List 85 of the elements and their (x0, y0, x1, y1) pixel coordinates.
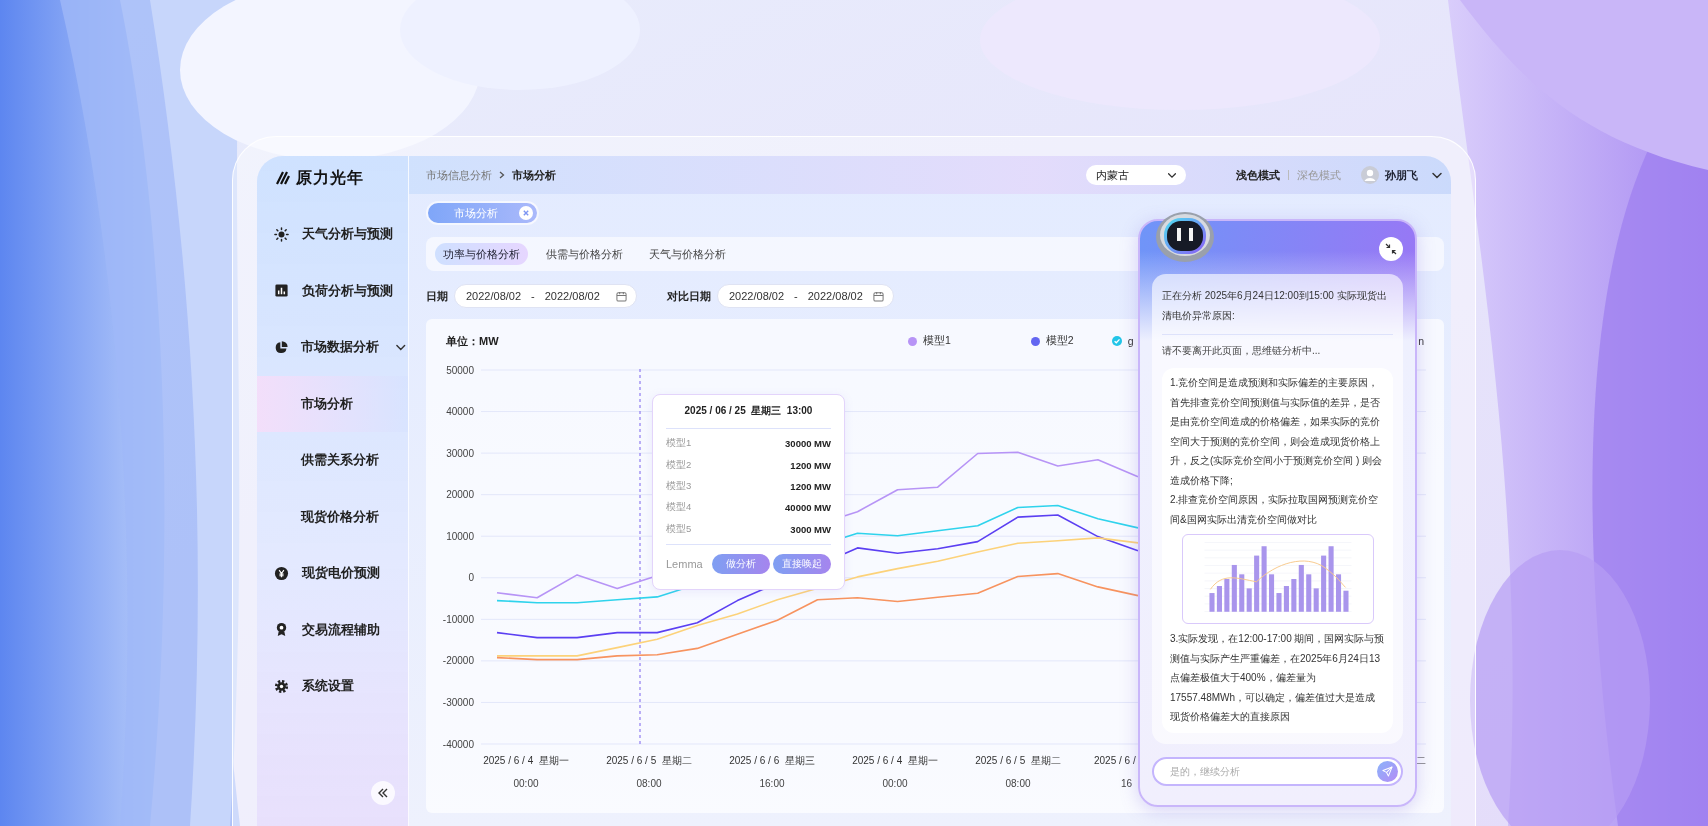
answer-paragraph: 2.排查竞价空间原因，实际拉取国网预测竞价空间&国网实际出清竞价空间做对比 (1170, 493, 1380, 527)
brand-label: Lemma (666, 557, 703, 570)
collapse-icon (1385, 243, 1397, 255)
coin-icon (274, 565, 289, 581)
axis-label: -20000 (442, 655, 474, 667)
collapse-button[interactable] (371, 781, 395, 805)
axis-label: 00:00 (882, 778, 908, 789)
axis-label: 08:00 (1005, 778, 1031, 789)
breadcrumb-link[interactable]: 市场信息分析 (426, 167, 492, 183)
date-range-field[interactable]: 2022/08/02 - 2022/08/02 (717, 284, 894, 308)
nav-item[interactable]: 市场数据分析 (257, 319, 408, 376)
send-icon (1382, 766, 1393, 777)
series-value: 1200 MW (790, 459, 831, 471)
field-label: 日期 (426, 288, 448, 304)
legend-label: n (1418, 335, 1424, 347)
collapse-button[interactable] (1379, 237, 1403, 261)
award-icon (274, 622, 289, 638)
axis-label: 2025 / 6 / 6 星期三 (729, 755, 815, 766)
answer-paragraph: 1.竞价空间是造成预测和实际偏差的主要原因，首先排查竞价空间预测值与实际值的差异，是否是由竞价空间造成的价格偏差，如果实际的竞价空间大于预测的竞价空间，则会造成现货价格上升，反之(实际竞价空间小于预测竞价空间 ) 则会造成价格下降; (1170, 376, 1384, 488)
field-label: 对比日期 (667, 288, 711, 304)
user-name[interactable]: 孙朋飞 (1385, 167, 1418, 183)
message-field[interactable]: 是的，继续分析 (1152, 757, 1403, 786)
axis-label: 2025 / 6 / 5 星期二 (606, 755, 692, 766)
legend-label[interactable]: g (1127, 335, 1134, 347)
tab[interactable]: 功率与价格分析 (435, 243, 528, 265)
unit-label: 单位：MW (446, 333, 500, 349)
nav-subitem[interactable]: 市场分析 (257, 375, 408, 432)
axis-label: 16:00 (759, 778, 785, 789)
tooltip-title: 2025 / 06 / 25 星期三 13:00 (666, 395, 831, 429)
series-name: 模型4 (666, 501, 692, 515)
nav-subitem[interactable]: 供需关系分析 (257, 432, 408, 489)
axis-label: 10000 (446, 530, 474, 542)
legend-label[interactable]: 模型1 (923, 334, 951, 348)
calendar-icon (616, 290, 627, 302)
nav-item[interactable]: 交易流程辅助 (257, 601, 408, 658)
close-icon (519, 206, 533, 220)
notice-text: 请不要离开此页面，思维链分析中... (1162, 344, 1322, 358)
tab[interactable]: 天气与价格分析 (641, 243, 734, 265)
robot-icon (1154, 209, 1216, 263)
series-name: 模型1 (666, 437, 692, 451)
double-chevron-left-icon (377, 787, 389, 799)
series-name: 模型5 (666, 522, 692, 536)
series-value: 40000 MW (785, 502, 831, 514)
pie-chart-icon (274, 339, 289, 355)
sun-icon (274, 226, 289, 242)
series-value: 1200 MW (790, 480, 831, 492)
axis-label: -40000 (442, 738, 474, 750)
status-text: 正在分析 2025年6月24日12:00到15:00 实际现货出清电价异常原因: (1162, 286, 1393, 335)
axis-label: 40000 (446, 406, 474, 418)
avatar-icon (1361, 166, 1379, 184)
series-name: 模型2 (666, 458, 692, 472)
axis-label: -10000 (442, 613, 474, 625)
axis-label: 2025 / 6 / (1094, 755, 1136, 766)
axis-label: 00:00 (513, 778, 539, 789)
axis-label: 50000 (446, 364, 474, 376)
axis-label: 08:00 (636, 778, 662, 789)
theme-toggle[interactable]: 浅色模式 (1236, 167, 1280, 183)
tab[interactable]: 供需与价格分析 (538, 243, 631, 265)
axis-label: 2025 / 6 / 4 星期一 (852, 755, 938, 766)
calendar-icon (873, 290, 884, 302)
date-range-field[interactable]: 2022/08/02 - 2022/08/02 (454, 284, 637, 308)
nav-item[interactable]: 现货电价预测 (257, 545, 408, 602)
settings-icon (274, 678, 289, 694)
axis-label: 2025 / 6 / 4 星期一 (483, 755, 569, 766)
axis-label: 16 (1121, 778, 1133, 789)
series-value: 30000 MW (785, 438, 831, 450)
axis-label: 20000 (446, 489, 474, 501)
chevron-right-icon (497, 170, 507, 180)
bar-chart-icon (274, 283, 289, 299)
nav-subitem[interactable]: 现货价格分析 (257, 488, 408, 545)
series-value: 3000 MW (790, 523, 831, 535)
axis-label: 30000 (446, 447, 474, 459)
nav-item[interactable]: 负荷分析与预测 (257, 262, 408, 319)
nav-item[interactable]: 系统设置 (257, 658, 408, 715)
region-dropdown[interactable]: 内蒙古 (1086, 165, 1186, 185)
breadcrumb-link[interactable]: 市场分析 (512, 167, 556, 183)
axis-label: 0 (468, 572, 474, 584)
logo-icon (275, 170, 291, 186)
axis-label: -30000 (442, 696, 474, 708)
answer-paragraph: 3.实际发现，在12:00-17:00 期间，国网实际与预测值与实际产生严重偏差，在2025年6月24日13点偏差极值大于400%，偏差量为17557.48MWh，可以确定，偏差值过大是造成现货价格偏差大的直接原因 (1170, 632, 1385, 724)
nav-item[interactable]: 天气分析与预测 (257, 206, 408, 263)
legend-label[interactable]: 模型2 (1045, 334, 1074, 348)
logo-text: 原力光年 (296, 167, 364, 188)
series-name: 模型3 (666, 479, 692, 493)
axis-label: 2025 / 6 / 5 星期二 (975, 755, 1061, 766)
